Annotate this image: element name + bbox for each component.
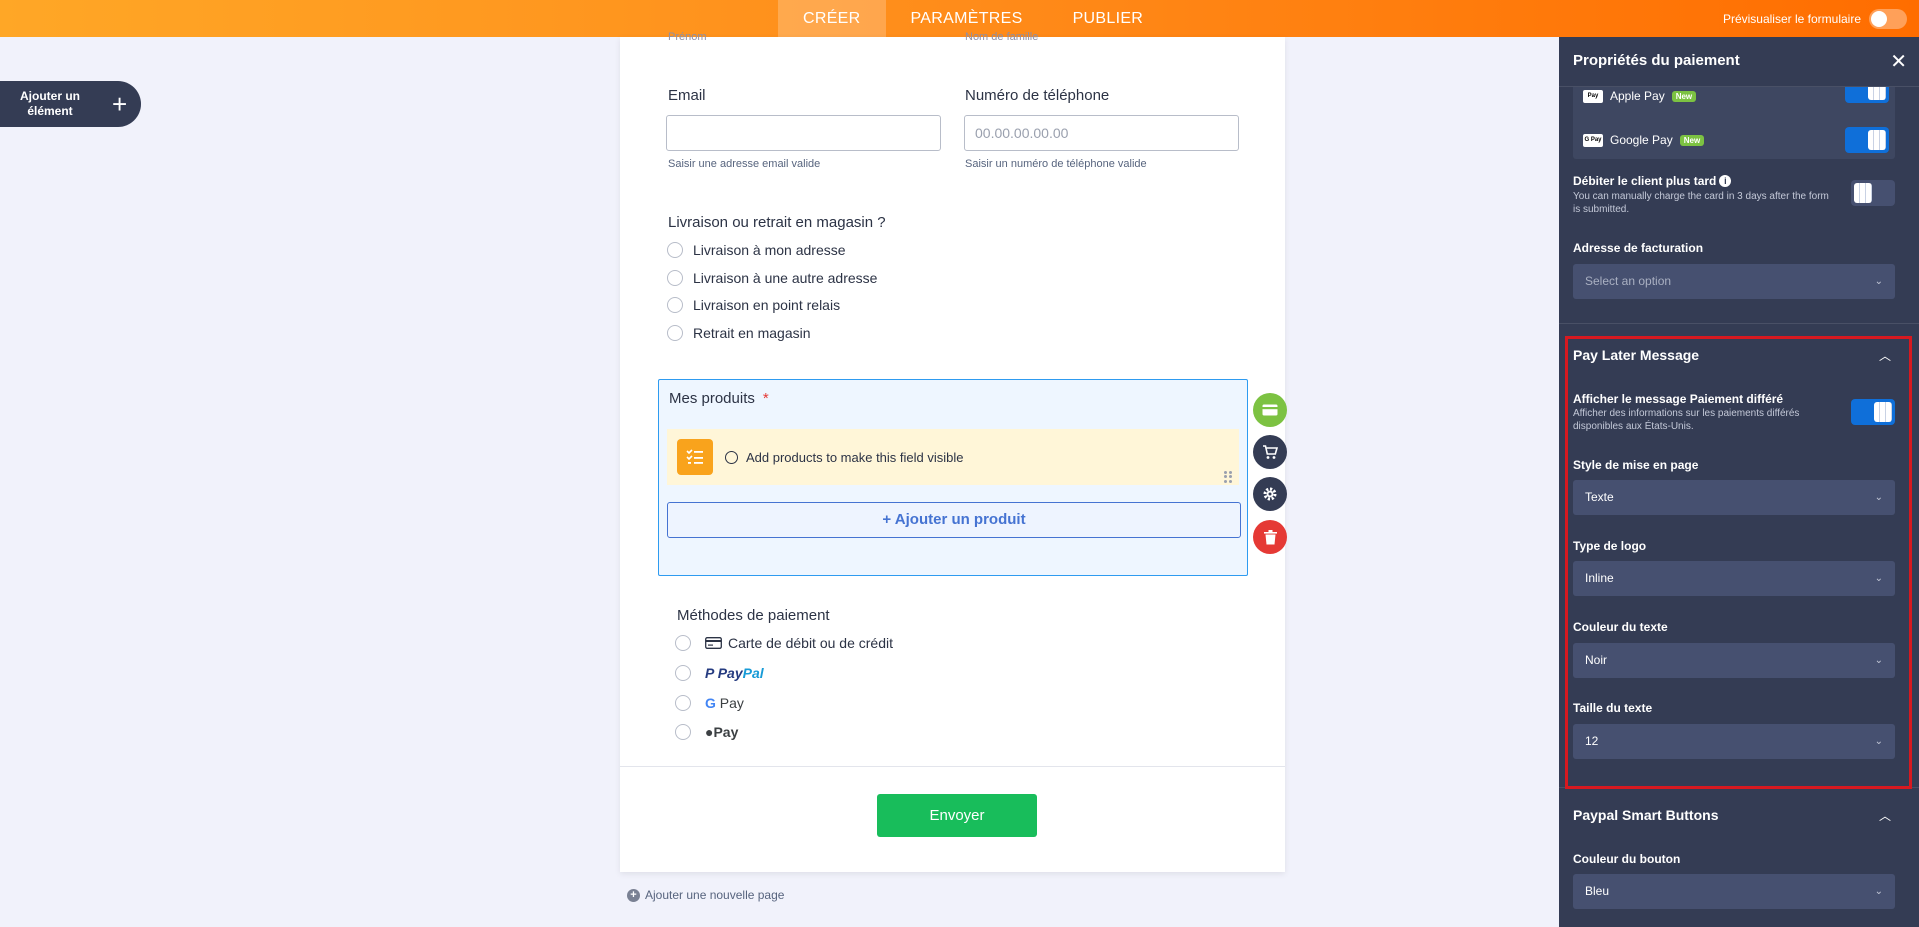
- google-pay-toggle[interactable]: [1845, 127, 1889, 153]
- email-field[interactable]: [666, 115, 941, 151]
- drag-handle-icon[interactable]: [1224, 471, 1233, 483]
- chevron-down-icon: ⌄: [1874, 886, 1883, 897]
- plus-circle-icon: +: [627, 888, 640, 902]
- panel-header: Propriétés du paiement ✕: [1559, 37, 1919, 87]
- wallet-google-pay: G Pay Google Pay New: [1583, 133, 1705, 147]
- delivery-option[interactable]: Livraison à une autre adresse: [667, 270, 877, 286]
- delivery-option[interactable]: Retrait en magasin: [667, 325, 811, 341]
- radio-button[interactable]: [675, 665, 691, 681]
- phone-help: Saisir un numéro de téléphone valide: [965, 158, 1147, 170]
- settings-tool-button[interactable]: [1253, 477, 1287, 511]
- credit-card-icon: [705, 637, 722, 649]
- add-product-button[interactable]: + Ajouter un produit: [667, 502, 1241, 538]
- add-element-button[interactable]: Ajouter un élément +: [0, 81, 141, 127]
- cart-tool-button[interactable]: [1253, 435, 1287, 469]
- preview-form: Prévisualiser le formulaire: [1723, 0, 1907, 37]
- apple-pay-icon: Pay: [1583, 89, 1603, 103]
- form-card: Prénom Nom de famille Email Saisir une a…: [620, 31, 1285, 872]
- submit-button[interactable]: Envoyer: [877, 794, 1037, 837]
- card-icon: [1262, 404, 1278, 416]
- delete-tool-button[interactable]: [1253, 520, 1287, 554]
- chevron-up-icon[interactable]: ︿: [1879, 807, 1891, 824]
- products-title: Mes produits *: [669, 390, 769, 407]
- radio-button[interactable]: [667, 325, 683, 341]
- products-field[interactable]: Mes produits * Add products to make this …: [658, 379, 1248, 576]
- apple-pay-logo: ●Pay: [705, 724, 739, 740]
- tab-create[interactable]: CRÉER: [778, 0, 886, 37]
- phone-label: Numéro de téléphone: [965, 87, 1110, 104]
- wallet-apple-pay: Pay Apple Pay New: [1583, 89, 1697, 103]
- radio-button[interactable]: [675, 695, 691, 711]
- divider: [620, 766, 1285, 767]
- required-mark: *: [762, 390, 769, 407]
- close-icon[interactable]: ✕: [1890, 49, 1907, 74]
- plus-icon: +: [112, 88, 128, 119]
- button-color-label: Couleur du bouton: [1573, 852, 1681, 866]
- top-bar: CRÉER PARAMÈTRES PUBLIER Prévisualiser l…: [0, 0, 1919, 37]
- email-label: Email: [668, 87, 706, 104]
- radio-button[interactable]: [667, 297, 683, 313]
- tab-publish[interactable]: PUBLIER: [1048, 0, 1169, 37]
- trash-icon: [1263, 529, 1277, 544]
- payment-option-paypal[interactable]: P PayPal: [675, 665, 764, 681]
- charge-later-label: Débiter le client plus tard i: [1573, 174, 1732, 188]
- payment-option-card[interactable]: Carte de débit ou de crédit: [675, 635, 893, 651]
- last-name-sublabel: Nom de famille: [965, 31, 1039, 43]
- radio-button[interactable]: [667, 242, 683, 258]
- add-new-page-button[interactable]: + Ajouter une nouvelle page: [627, 888, 784, 902]
- radio-button[interactable]: [675, 635, 691, 651]
- payment-methods-title: Méthodes de paiement: [677, 607, 830, 624]
- pay-later-highlight-box: [1565, 336, 1912, 789]
- section-divider: [1559, 323, 1919, 324]
- chevron-down-icon: ⌄: [1874, 276, 1883, 287]
- payment-option-google-pay[interactable]: G Pay: [675, 695, 744, 711]
- preview-toggle[interactable]: [1869, 8, 1907, 29]
- radio-button[interactable]: [667, 270, 683, 286]
- add-element-label: Ajouter un élément: [20, 89, 80, 118]
- charge-later-toggle[interactable]: [1851, 180, 1895, 206]
- button-color-select[interactable]: Bleu ⌄: [1573, 874, 1895, 909]
- delivery-option[interactable]: Livraison en point relais: [667, 297, 840, 313]
- gear-icon: [1263, 487, 1277, 501]
- email-help: Saisir une adresse email valide: [668, 158, 821, 170]
- wallet-options: Pay Apple Pay New G Pay Google Pay New: [1573, 77, 1895, 159]
- charge-later-desc: You can manually charge the card in 3 da…: [1573, 191, 1829, 215]
- preview-label: Prévisualiser le formulaire: [1722, 11, 1861, 26]
- products-empty-message: Add products to make this field visible: [725, 450, 964, 465]
- panel-title: Propriétés du paiement: [1573, 52, 1740, 69]
- products-empty-state: Add products to make this field visible: [667, 429, 1239, 485]
- paypal-logo: P PayPal: [705, 665, 764, 681]
- new-badge: New: [1671, 90, 1697, 102]
- delivery-option[interactable]: Livraison à mon adresse: [667, 242, 846, 258]
- radio-button[interactable]: [675, 724, 691, 740]
- first-name-sublabel: Prénom: [668, 31, 707, 43]
- radio-icon: [725, 451, 738, 464]
- smart-buttons-section-title: Paypal Smart Buttons: [1573, 807, 1719, 823]
- phone-field[interactable]: 00.00.00.00.00: [964, 115, 1239, 151]
- new-badge: New: [1679, 134, 1705, 146]
- info-icon: i: [1719, 175, 1732, 187]
- billing-address-select[interactable]: Select an option ⌄: [1573, 264, 1895, 299]
- cart-icon: [1263, 444, 1278, 459]
- google-pay-icon: G Pay: [1583, 133, 1603, 147]
- google-pay-logo: G Pay: [705, 695, 744, 711]
- billing-address-label: Adresse de facturation: [1573, 241, 1704, 255]
- delivery-question: Livraison ou retrait en magasin ?: [668, 214, 886, 231]
- payment-option-apple-pay[interactable]: ●Pay: [675, 724, 738, 740]
- payment-card-tool-button[interactable]: [1253, 393, 1287, 427]
- product-list-icon: [677, 439, 713, 475]
